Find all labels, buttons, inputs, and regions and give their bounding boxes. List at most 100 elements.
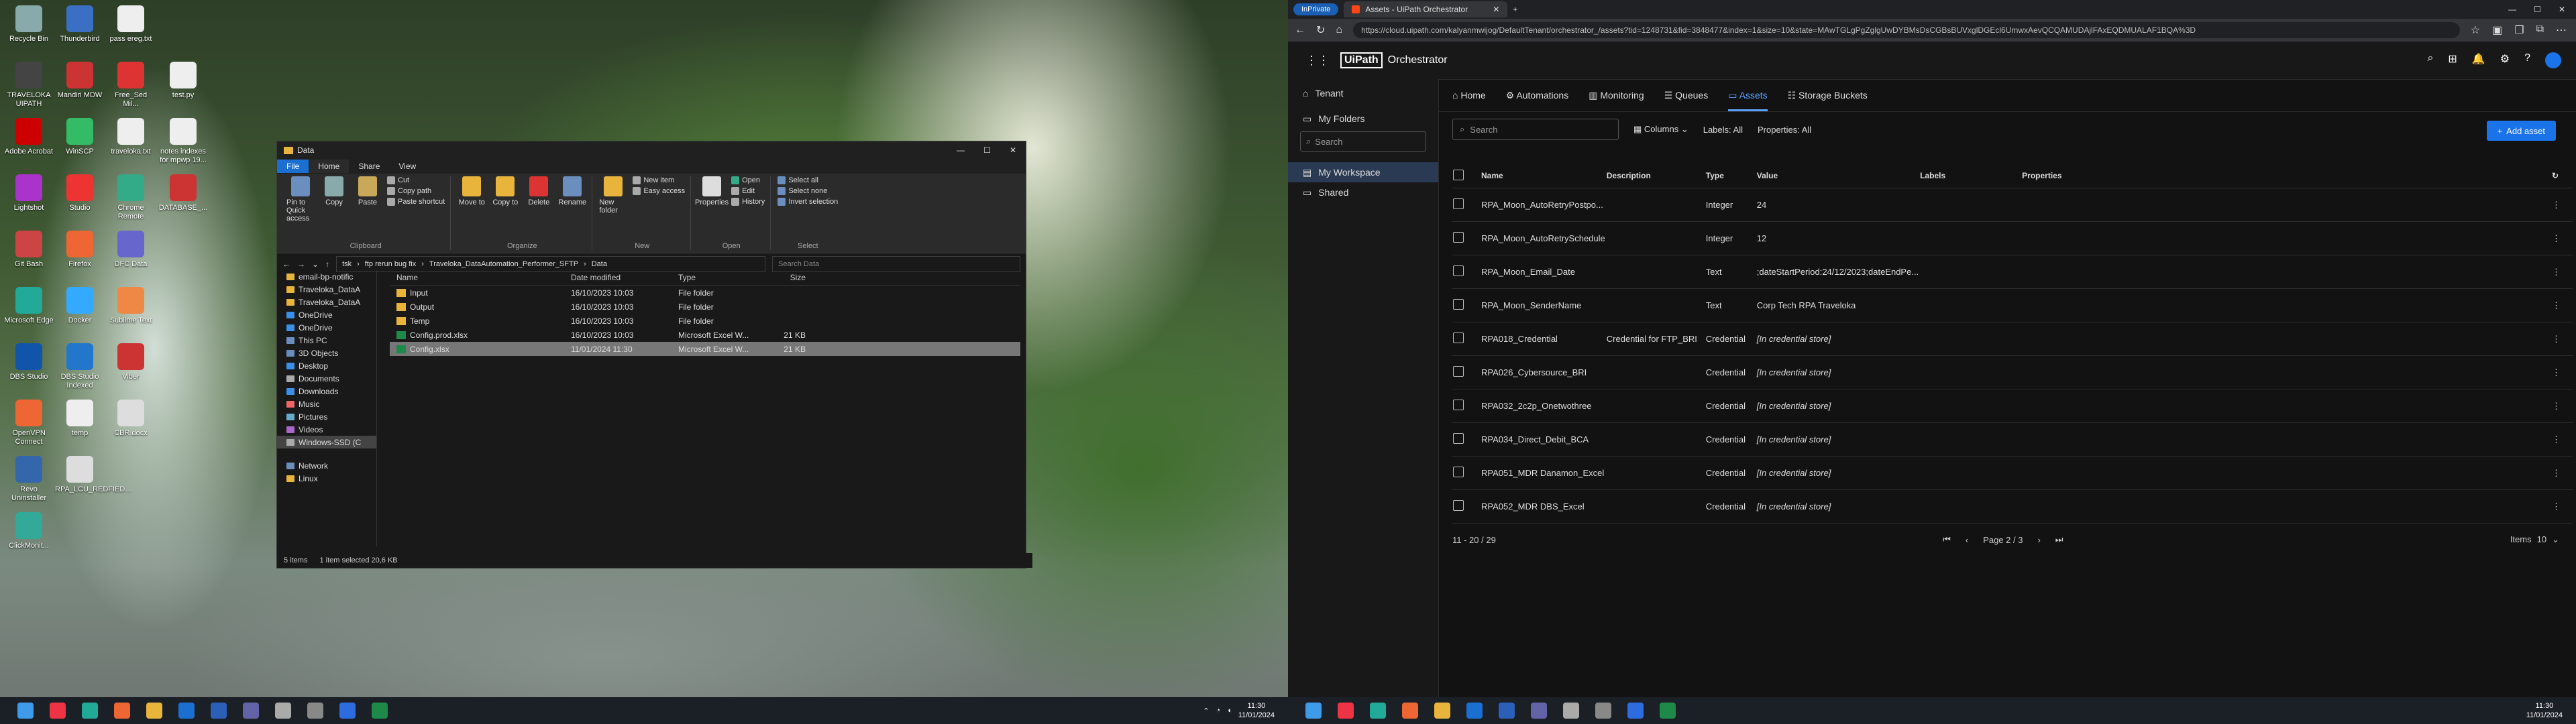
copy-path-button[interactable]: Copy path bbox=[387, 187, 445, 195]
tab-home[interactable]: ⌂ Home bbox=[1452, 90, 1486, 101]
file-row[interactable]: Config.xlsx 11/01/2024 11:30 Microsoft Exc… bbox=[390, 342, 1020, 356]
favorite-icon[interactable]: ☆ bbox=[2471, 23, 2480, 37]
uipath-assistant-icon[interactable] bbox=[275, 703, 291, 719]
menu-share[interactable]: Share bbox=[349, 160, 389, 173]
table-row[interactable]: RPA034_Direct_Debit_BCA Credential [In cre… bbox=[1452, 422, 2573, 457]
nav-item[interactable]: Network bbox=[277, 459, 376, 472]
row-checkbox[interactable] bbox=[1453, 366, 1464, 377]
excel-icon[interactable] bbox=[1660, 703, 1676, 719]
nav-item[interactable]: OneDrive bbox=[277, 308, 376, 321]
tab-close-icon[interactable]: ✕ bbox=[1493, 5, 1499, 14]
minimize-icon[interactable]: — bbox=[2508, 5, 2516, 14]
firefox-icon[interactable] bbox=[1402, 703, 1418, 719]
assets-search-input[interactable]: ⌕ Search bbox=[1452, 119, 1619, 140]
desktop-icon[interactable]: TRAVELOKA UIPATH bbox=[4, 62, 54, 109]
table-row[interactable]: RPA_Moon_AutoRetrySchedule Integer 12 ⋮ bbox=[1452, 221, 2573, 255]
nav-item[interactable]: This PC bbox=[277, 334, 376, 347]
row-checkbox[interactable] bbox=[1453, 333, 1464, 343]
row-checkbox[interactable] bbox=[1453, 467, 1464, 477]
volume-icon[interactable]: ◖ bbox=[1227, 707, 1232, 715]
up-icon[interactable]: ↑ bbox=[325, 259, 329, 269]
pin-quick-access-button[interactable]: Pin to Quick access bbox=[286, 176, 315, 223]
asset-name[interactable]: RPA_Moon_SenderName bbox=[1481, 288, 1606, 322]
firefox-icon[interactable] bbox=[114, 703, 130, 719]
tab-automations[interactable]: ⚙ Automations bbox=[1506, 90, 1569, 101]
file-row[interactable]: Input 16/10/2023 10:03 File folder bbox=[390, 286, 1020, 300]
select-all-button[interactable]: Select all bbox=[777, 176, 838, 184]
nav-item[interactable]: Windows-SSD (C bbox=[277, 436, 376, 448]
items-per-page-select[interactable]: 10 bbox=[2537, 534, 2546, 545]
table-row[interactable]: RPA032_2c2p_Onetwothree Credential [In cre… bbox=[1452, 389, 2573, 423]
asset-name[interactable]: RPA_Moon_AutoRetryPostpo... bbox=[1481, 188, 1606, 222]
minimize-icon[interactable]: — bbox=[957, 145, 965, 155]
columns-button[interactable]: ▦ Columns ⌄ bbox=[1633, 124, 1688, 135]
table-row[interactable]: RPA_Moon_AutoRetryPostpo... Integer 24 ⋮ bbox=[1452, 188, 2573, 222]
chevron-down-icon[interactable]: ⌄ bbox=[2552, 534, 2559, 545]
row-checkbox[interactable] bbox=[1453, 433, 1464, 444]
table-row[interactable]: RPA_Moon_Email_Date Text ;dateStartPeriod:… bbox=[1452, 255, 2573, 289]
new-folder-button[interactable]: New folder bbox=[599, 176, 627, 215]
desktop-icon[interactable]: Recycle Bin bbox=[4, 5, 54, 44]
explorer-icon[interactable] bbox=[146, 703, 162, 719]
row-checkbox[interactable] bbox=[1453, 265, 1464, 276]
desktop-icon[interactable]: DATABASE_... bbox=[158, 174, 208, 213]
row-more-icon[interactable]: ⋮ bbox=[2552, 434, 2561, 444]
nav-item[interactable]: Traveloka_DataA bbox=[277, 296, 376, 308]
properties-button[interactable]: Properties bbox=[695, 176, 729, 206]
tray-chevron-icon[interactable]: ⌃ bbox=[1203, 707, 1209, 715]
edit-button[interactable]: Edit bbox=[731, 187, 765, 195]
edge-icon[interactable] bbox=[82, 703, 98, 719]
studio-icon[interactable] bbox=[339, 703, 356, 719]
desktop-icon[interactable]: Git Bash bbox=[4, 231, 54, 269]
desktop-icon[interactable]: temp bbox=[55, 400, 105, 438]
table-row[interactable]: RPA_Moon_SenderName Text Corp Tech RPA Tra… bbox=[1452, 288, 2573, 322]
recent-icon[interactable]: ⌄ bbox=[312, 259, 319, 269]
row-more-icon[interactable]: ⋮ bbox=[2552, 300, 2561, 310]
menu-file[interactable]: File bbox=[277, 160, 309, 173]
windows-start-icon[interactable] bbox=[17, 703, 34, 719]
tab-storage-buckets[interactable]: ☷ Storage Buckets bbox=[1788, 90, 1868, 101]
sidebar-shared[interactable]: ▭ Shared bbox=[1288, 182, 1438, 202]
asset-name[interactable]: RPA052_MDR DBS_Excel bbox=[1481, 489, 1606, 524]
desktop-icon[interactable]: traveloka.txt bbox=[106, 118, 156, 156]
paste-shortcut-button[interactable]: Paste shortcut bbox=[387, 198, 445, 206]
select-none-button[interactable]: Select none bbox=[777, 187, 838, 195]
desktop-icon[interactable]: Adobe Acrobat bbox=[4, 118, 54, 156]
copy-to-button[interactable]: Copy to bbox=[491, 176, 519, 206]
table-row[interactable]: RPA018_Credential Credential for FTP_BRI C… bbox=[1452, 322, 2573, 356]
sidebar-my-folders[interactable]: ▭ My Folders bbox=[1288, 109, 1438, 129]
col-name[interactable]: Name bbox=[390, 273, 571, 282]
back-icon[interactable]: ← bbox=[282, 259, 290, 269]
col-size[interactable]: Size bbox=[759, 273, 806, 282]
chrome-icon[interactable] bbox=[1338, 703, 1354, 719]
row-more-icon[interactable]: ⋮ bbox=[2552, 334, 2561, 344]
nav-item[interactable]: Desktop bbox=[277, 359, 376, 372]
back-icon[interactable]: ← bbox=[1295, 24, 1305, 36]
settings-icon[interactable]: ⚙ bbox=[2500, 52, 2510, 68]
header-value[interactable]: Value bbox=[1756, 164, 1920, 188]
row-more-icon[interactable]: ⋮ bbox=[2552, 200, 2561, 210]
studio-icon[interactable] bbox=[1627, 703, 1644, 719]
desktop-icon[interactable]: DFC Data bbox=[106, 231, 156, 269]
edge-icon[interactable] bbox=[1370, 703, 1386, 719]
search-icon[interactable]: ⌕ bbox=[2427, 52, 2433, 68]
outlook-icon[interactable] bbox=[178, 703, 195, 719]
menu-view[interactable]: View bbox=[389, 160, 425, 173]
nav-item[interactable]: Linux bbox=[277, 472, 376, 485]
copy-button[interactable]: Copy bbox=[320, 176, 348, 223]
refresh-icon[interactable]: ↻ bbox=[2552, 171, 2559, 180]
nav-item[interactable]: Videos bbox=[277, 423, 376, 436]
table-row[interactable]: RPA026_Cybersource_BRI Credential [In cred… bbox=[1452, 355, 2573, 389]
asset-name[interactable]: RPA034_Direct_Debit_BCA bbox=[1481, 422, 1606, 457]
asset-name[interactable]: RPA051_MDR Danamon_Excel bbox=[1481, 456, 1606, 490]
easy-access-button[interactable]: Easy access bbox=[633, 187, 685, 195]
uipath-logo[interactable]: UiPath bbox=[1340, 52, 1383, 68]
row-more-icon[interactable]: ⋮ bbox=[2552, 468, 2561, 478]
new-item-button[interactable]: New item bbox=[633, 176, 685, 184]
header-description[interactable]: Description bbox=[1605, 164, 1705, 188]
paste-button[interactable]: Paste bbox=[354, 176, 382, 223]
desktop-icon[interactable]: RPA_LCU_REDFIED... bbox=[55, 456, 131, 494]
desktop-icon[interactable]: Chrome Remote bbox=[106, 174, 156, 221]
tab-assets[interactable]: ▭ Assets bbox=[1728, 90, 1768, 111]
collections-icon[interactable]: ❐ bbox=[2514, 23, 2524, 37]
